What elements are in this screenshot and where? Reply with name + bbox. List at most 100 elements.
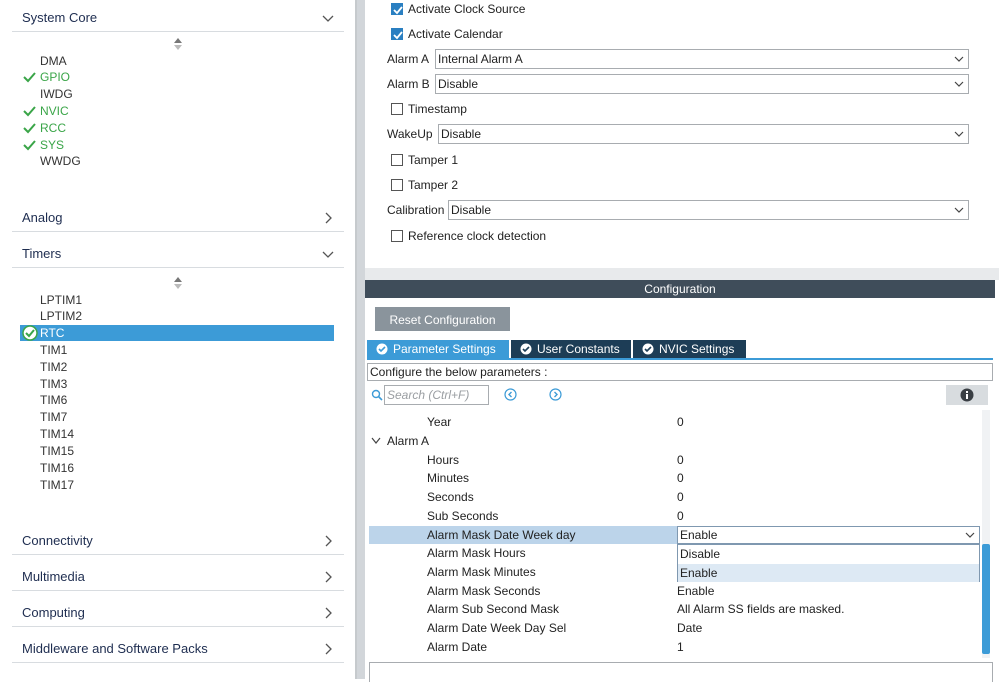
chevron-right-icon	[325, 212, 332, 224]
tab-parameter-settings[interactable]: Parameter Settings	[367, 340, 509, 358]
alarm-mask-date-week-day-select[interactable]: Enable	[677, 526, 980, 544]
check-circle-icon	[22, 325, 38, 341]
calibration-row: Calibration Disable	[387, 200, 969, 220]
category-label: Analog	[22, 210, 63, 225]
list-item-tim3[interactable]: TIM3	[20, 376, 334, 392]
info-icon	[960, 388, 974, 402]
category-computing[interactable]: Computing	[12, 597, 344, 627]
chevron-right-icon	[325, 535, 332, 547]
wakeup-row: WakeUp Disable	[387, 124, 969, 144]
activate-clock-source-checkbox[interactable]	[391, 3, 403, 15]
param-group-alarm-a[interactable]: Alarm A	[369, 432, 981, 450]
param-row-hours[interactable]: Hours 0	[369, 451, 981, 469]
list-item-tim15[interactable]: TIM15	[20, 443, 334, 459]
section-divider	[365, 268, 999, 280]
alarm-b-select[interactable]: Disable	[435, 74, 969, 94]
categories-panel: System Core DMA GPIO IWDG NVIC RCC SYS W…	[0, 0, 357, 679]
list-item-tim14[interactable]: TIM14	[20, 426, 334, 442]
dropdown-list: Disable Enable	[677, 544, 980, 582]
category-label: Multimedia	[22, 569, 85, 584]
list-item-lptim1[interactable]: LPTIM1	[20, 292, 334, 308]
tab-user-constants[interactable]: User Constants	[511, 340, 631, 358]
alarm-b-row: Alarm B Disable	[387, 74, 969, 94]
list-item-tim1[interactable]: TIM1	[20, 342, 334, 358]
list-item-tim17[interactable]: TIM17	[20, 477, 334, 493]
category-system-core[interactable]: System Core	[12, 2, 344, 32]
list-item-tim6[interactable]: TIM6	[20, 392, 334, 408]
list-item-sys[interactable]: SYS	[20, 137, 334, 153]
timestamp-checkbox[interactable]	[391, 103, 403, 115]
param-row-alarm-sub-second-mask[interactable]: Alarm Sub Second Mask All Alarm SS field…	[369, 600, 981, 618]
splitter[interactable]	[357, 0, 365, 679]
ref-clock-checkbox[interactable]	[391, 230, 403, 242]
tab-underline	[367, 358, 993, 360]
param-row-alarm-date[interactable]: Alarm Date 1	[369, 638, 981, 656]
alarm-a-select[interactable]: Internal Alarm A	[435, 49, 969, 69]
list-item-wwdg[interactable]: WWDG	[20, 153, 334, 169]
param-row-minutes[interactable]: Minutes 0	[369, 469, 981, 487]
reset-configuration-button[interactable]: Reset Configuration	[375, 307, 510, 331]
sort-icon[interactable]	[173, 276, 183, 290]
search-input[interactable]: Search (Ctrl+F)	[384, 385, 489, 405]
category-connectivity[interactable]: Connectivity	[12, 525, 344, 555]
tab-nvic-settings[interactable]: NVIC Settings	[633, 340, 746, 358]
rtc-mode-panel: Activate Clock Source Activate Calendar …	[365, 0, 999, 682]
param-row-alarm-date-week-day-sel[interactable]: Alarm Date Week Day Sel Date	[369, 619, 981, 637]
param-row-seconds[interactable]: Seconds 0	[369, 488, 981, 506]
previous-icon[interactable]	[504, 388, 517, 401]
chevron-right-icon	[325, 643, 332, 655]
category-label: Connectivity	[22, 533, 93, 548]
param-row-sub-seconds[interactable]: Sub Seconds 0	[369, 507, 981, 525]
param-row-alarm-mask-date-week-day[interactable]: Alarm Mask Date Week day	[369, 526, 677, 544]
chevron-down-icon	[954, 56, 964, 62]
check-circle-icon	[642, 343, 654, 355]
list-item-iwdg[interactable]: IWDG	[20, 86, 334, 102]
category-label: Timers	[22, 246, 62, 261]
scrollbar-thumb[interactable]	[982, 544, 990, 654]
param-row-alarm-mask-seconds[interactable]: Alarm Mask Seconds Enable	[369, 582, 981, 600]
category-timers[interactable]: Timers	[12, 238, 344, 268]
wakeup-select[interactable]: Disable	[438, 124, 969, 144]
next-icon[interactable]	[549, 388, 562, 401]
category-label: Middleware and Software Packs	[22, 641, 208, 656]
param-row-year[interactable]: Year 0	[369, 413, 981, 431]
list-item-nvic[interactable]: NVIC	[20, 103, 334, 119]
calibration-select[interactable]: Disable	[448, 200, 969, 220]
check-icon	[23, 106, 36, 117]
search-icon	[371, 389, 383, 401]
list-item-tim7[interactable]: TIM7	[20, 409, 334, 425]
chevron-down-icon[interactable]	[371, 437, 381, 445]
check-icon	[23, 72, 36, 83]
activate-calendar-checkbox[interactable]	[391, 28, 403, 40]
check-icon	[23, 140, 36, 151]
list-item-lptim2[interactable]: LPTIM2	[20, 308, 334, 324]
alarm-a-row: Alarm A Internal Alarm A	[387, 49, 969, 69]
configure-parameters-label: Configure the below parameters :	[367, 363, 993, 381]
chevron-down-icon	[965, 532, 975, 538]
description-area	[369, 662, 993, 682]
category-analog[interactable]: Analog	[12, 202, 344, 232]
chevron-right-icon	[325, 571, 332, 583]
tamper2-checkbox[interactable]	[391, 179, 403, 191]
checkmark-icon	[393, 31, 403, 40]
category-label: System Core	[22, 10, 98, 25]
dropdown-option-enable[interactable]: Enable	[678, 564, 979, 582]
sort-icon[interactable]	[173, 37, 183, 51]
list-item-rtc[interactable]: RTC	[20, 325, 334, 341]
category-middleware[interactable]: Middleware and Software Packs	[12, 633, 344, 663]
info-button[interactable]	[946, 385, 988, 405]
dropdown-option-disable[interactable]: Disable	[678, 545, 979, 563]
list-item-tim2[interactable]: TIM2	[20, 359, 334, 375]
category-multimedia[interactable]: Multimedia	[12, 561, 344, 591]
check-circle-icon	[520, 343, 532, 355]
list-item-rcc[interactable]: RCC	[20, 120, 334, 136]
tamper1-checkbox[interactable]	[391, 154, 403, 166]
chevron-down-icon	[954, 131, 964, 137]
configuration-title: Configuration	[365, 280, 995, 298]
list-item-gpio[interactable]: GPIO	[20, 69, 334, 85]
chevron-down-icon	[954, 81, 964, 87]
chevron-down-icon	[322, 251, 334, 258]
list-item-tim16[interactable]: TIM16	[20, 460, 334, 476]
checkmark-icon	[393, 6, 403, 15]
list-item-dma[interactable]: DMA	[20, 53, 334, 69]
